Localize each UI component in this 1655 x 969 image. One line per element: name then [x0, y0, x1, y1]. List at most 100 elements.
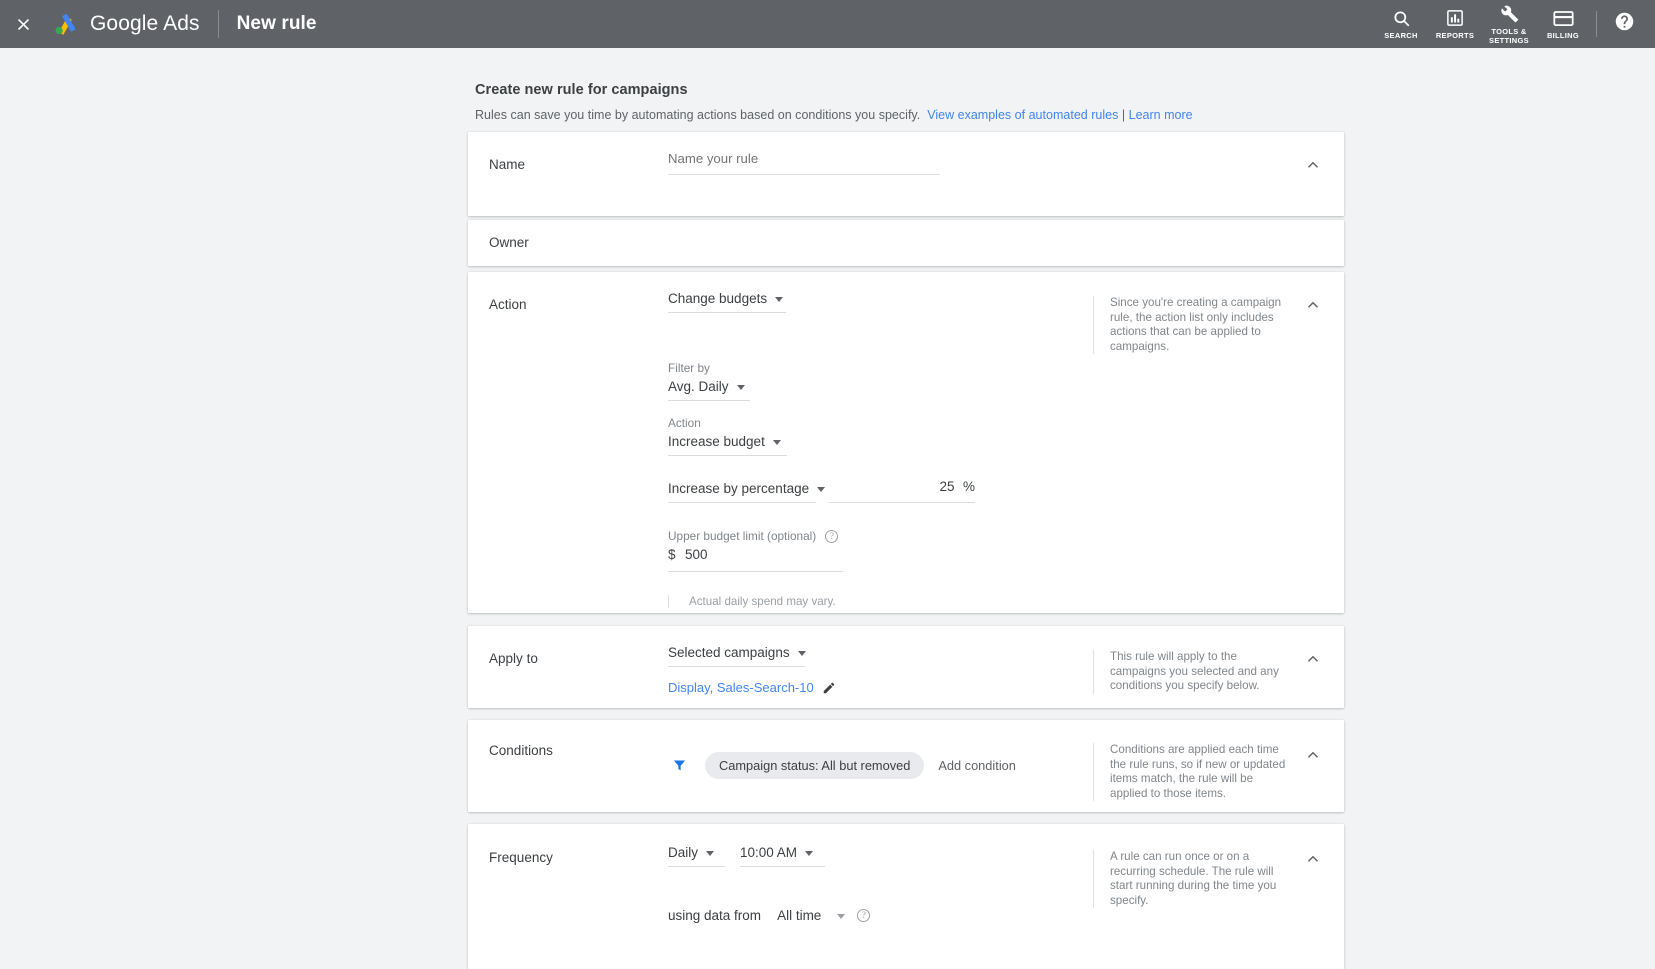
- action-type-value: Change budgets: [668, 291, 768, 306]
- apply-scope-select-wrap: Selected campaigns: [668, 644, 806, 667]
- chevron-down-icon: [817, 486, 826, 492]
- view-examples-link[interactable]: View examples of automated rules: [927, 108, 1118, 122]
- chevron-down-icon: [797, 650, 806, 656]
- intro-heading: Create new rule for campaigns: [475, 82, 688, 98]
- topbar-search-button[interactable]: SEARCH: [1376, 0, 1426, 48]
- frequency-row: Daily 10:00 AM: [668, 844, 1088, 867]
- brand-name: Google Ads: [90, 12, 200, 35]
- apply-to-card: Apply to Selected campaigns Display, Sal…: [468, 626, 1344, 708]
- frequency-interval-select-wrap: Daily: [668, 844, 725, 867]
- chevron-down-icon: [706, 850, 715, 856]
- chevron-down-icon: [772, 439, 781, 445]
- filter-by-label: Filter by: [668, 361, 710, 375]
- amount-unit: %: [962, 479, 975, 494]
- chevron-down-icon: [837, 913, 846, 919]
- budget-action-select[interactable]: Increase budget: [668, 434, 781, 455]
- conditions-row: Campaign status: All but removed Add con…: [672, 752, 1016, 779]
- help-button[interactable]: [1607, 0, 1641, 48]
- action-card-label: Action: [489, 297, 527, 312]
- chevron-up-icon: [1304, 751, 1322, 768]
- topbar-item-label: REPORTS: [1435, 31, 1475, 40]
- frequency-card-collapse-toggle[interactable]: [1304, 850, 1322, 868]
- budget-action-value: Increase budget: [668, 434, 765, 449]
- using-data-from-select[interactable]: All time: [777, 908, 846, 923]
- filter-by-select[interactable]: Avg. Daily: [668, 379, 745, 400]
- apply-scope-select[interactable]: Selected campaigns: [668, 645, 806, 666]
- amount-type-select-wrap: Increase by percentage: [668, 480, 826, 503]
- page-content: Create new rule for campaigns Rules can …: [0, 48, 1655, 969]
- rule-name-input[interactable]: [668, 151, 934, 174]
- budget-action-group: Action Increase budget: [668, 416, 1088, 456]
- intro-description-text: Rules can save you time by automating ac…: [475, 108, 921, 122]
- conditions-card-collapse-toggle[interactable]: [1304, 746, 1322, 764]
- frequency-interval-select[interactable]: Daily: [668, 845, 715, 866]
- top-bar-actions: SEARCH REPORTS TOOLS & SETTINGS BILLING: [1374, 0, 1655, 48]
- reports-icon: [1446, 8, 1464, 28]
- amount-type-select[interactable]: Increase by percentage: [668, 481, 826, 502]
- billing-icon: [1552, 8, 1574, 28]
- topbar-tools-settings-button[interactable]: TOOLS & SETTINGS: [1484, 0, 1534, 48]
- upper-budget-limit-value: 500: [684, 547, 708, 562]
- frequency-interval-value: Daily: [668, 845, 699, 860]
- conditions-card-label: Conditions: [489, 743, 553, 758]
- name-card-collapse-toggle[interactable]: [1304, 156, 1322, 174]
- name-card-label: Name: [489, 157, 526, 172]
- apply-to-side-note: This rule will apply to the campaigns yo…: [1093, 650, 1293, 694]
- upper-budget-limit-currency: $: [668, 547, 676, 562]
- pencil-icon[interactable]: [822, 681, 836, 695]
- action-type-select-wrap: Change budgets: [668, 290, 786, 313]
- chevron-up-icon: [1304, 161, 1322, 178]
- owner-card-label: Owner: [489, 235, 529, 250]
- upper-budget-limit-field[interactable]: $ 500: [668, 546, 843, 572]
- budget-footnote: Actual daily spend may vary.: [668, 595, 1088, 608]
- chevron-down-icon: [805, 850, 814, 856]
- help-circle-icon: [1614, 11, 1635, 37]
- topbar-billing-button[interactable]: BILLING: [1538, 0, 1588, 48]
- filter-by-value: Avg. Daily: [668, 379, 729, 394]
- amount-type-value: Increase by percentage: [668, 481, 810, 496]
- frequency-card: Frequency Daily 10:00 AM using data from…: [468, 824, 1344, 969]
- page-title: New rule: [236, 13, 317, 34]
- action-type-select[interactable]: Change budgets: [668, 291, 784, 312]
- topbar-reports-button[interactable]: REPORTS: [1430, 0, 1480, 48]
- selected-campaigns-row: Display, Sales-Search-10: [668, 680, 1088, 695]
- intro-description: Rules can save you time by automating ac…: [475, 107, 1235, 123]
- help-icon[interactable]: ?: [825, 530, 839, 544]
- name-card: Name: [468, 132, 1344, 216]
- apply-scope-value: Selected campaigns: [668, 645, 790, 660]
- intro-separator: |: [1121, 108, 1126, 122]
- upper-budget-limit-row: Upper budget limit (optional) ?: [668, 529, 1088, 544]
- upper-budget-limit-group: Upper budget limit (optional) ? $ 500: [668, 529, 1088, 572]
- rule-name-field-wrap: [668, 150, 940, 175]
- amount-row: Increase by percentage 25 %: [668, 478, 1088, 503]
- frequency-side-note: A rule can run once or on a recurring sc…: [1093, 850, 1293, 908]
- topbar-item-label: BILLING: [1546, 31, 1580, 40]
- add-condition-button[interactable]: Add condition: [938, 758, 1016, 773]
- amount-value: 25: [939, 479, 955, 494]
- title-divider: [217, 10, 219, 38]
- help-icon[interactable]: ?: [857, 909, 871, 922]
- frequency-card-label: Frequency: [489, 850, 553, 865]
- selected-campaigns-link[interactable]: Display, Sales-Search-10: [668, 680, 814, 695]
- conditions-card: Conditions Campaign status: All but remo…: [468, 720, 1344, 812]
- apply-to-card-collapse-toggle[interactable]: [1304, 650, 1322, 668]
- budget-action-label: Action: [668, 416, 701, 430]
- action-card-collapse-toggle[interactable]: [1304, 296, 1322, 314]
- filter-icon[interactable]: [672, 758, 687, 773]
- amount-value-field[interactable]: 25 %: [829, 478, 975, 503]
- close-button[interactable]: [0, 0, 46, 48]
- chevron-up-icon: [1304, 855, 1322, 872]
- intro-block: Create new rule for campaigns Rules can …: [475, 81, 1235, 123]
- chevron-up-icon: [1304, 301, 1322, 318]
- owner-card: Owner: [468, 220, 1344, 266]
- condition-chip[interactable]: Campaign status: All but removed: [705, 752, 925, 779]
- chevron-down-icon: [736, 384, 745, 390]
- conditions-side-note: Conditions are applied each time the rul…: [1093, 743, 1293, 801]
- learn-more-link[interactable]: Learn more: [1129, 108, 1193, 122]
- upper-budget-limit-label: Upper budget limit (optional): [668, 529, 817, 543]
- frequency-time-select-wrap: 10:00 AM: [740, 844, 825, 867]
- top-app-bar: Google Ads New rule SEARCH REPORTS TOOLS…: [0, 0, 1655, 48]
- action-card: Action Change budgets Filter by Avg. Dai…: [468, 272, 1344, 613]
- topbar-item-label: TOOLS & SETTINGS: [1489, 26, 1529, 45]
- frequency-time-select[interactable]: 10:00 AM: [740, 845, 814, 866]
